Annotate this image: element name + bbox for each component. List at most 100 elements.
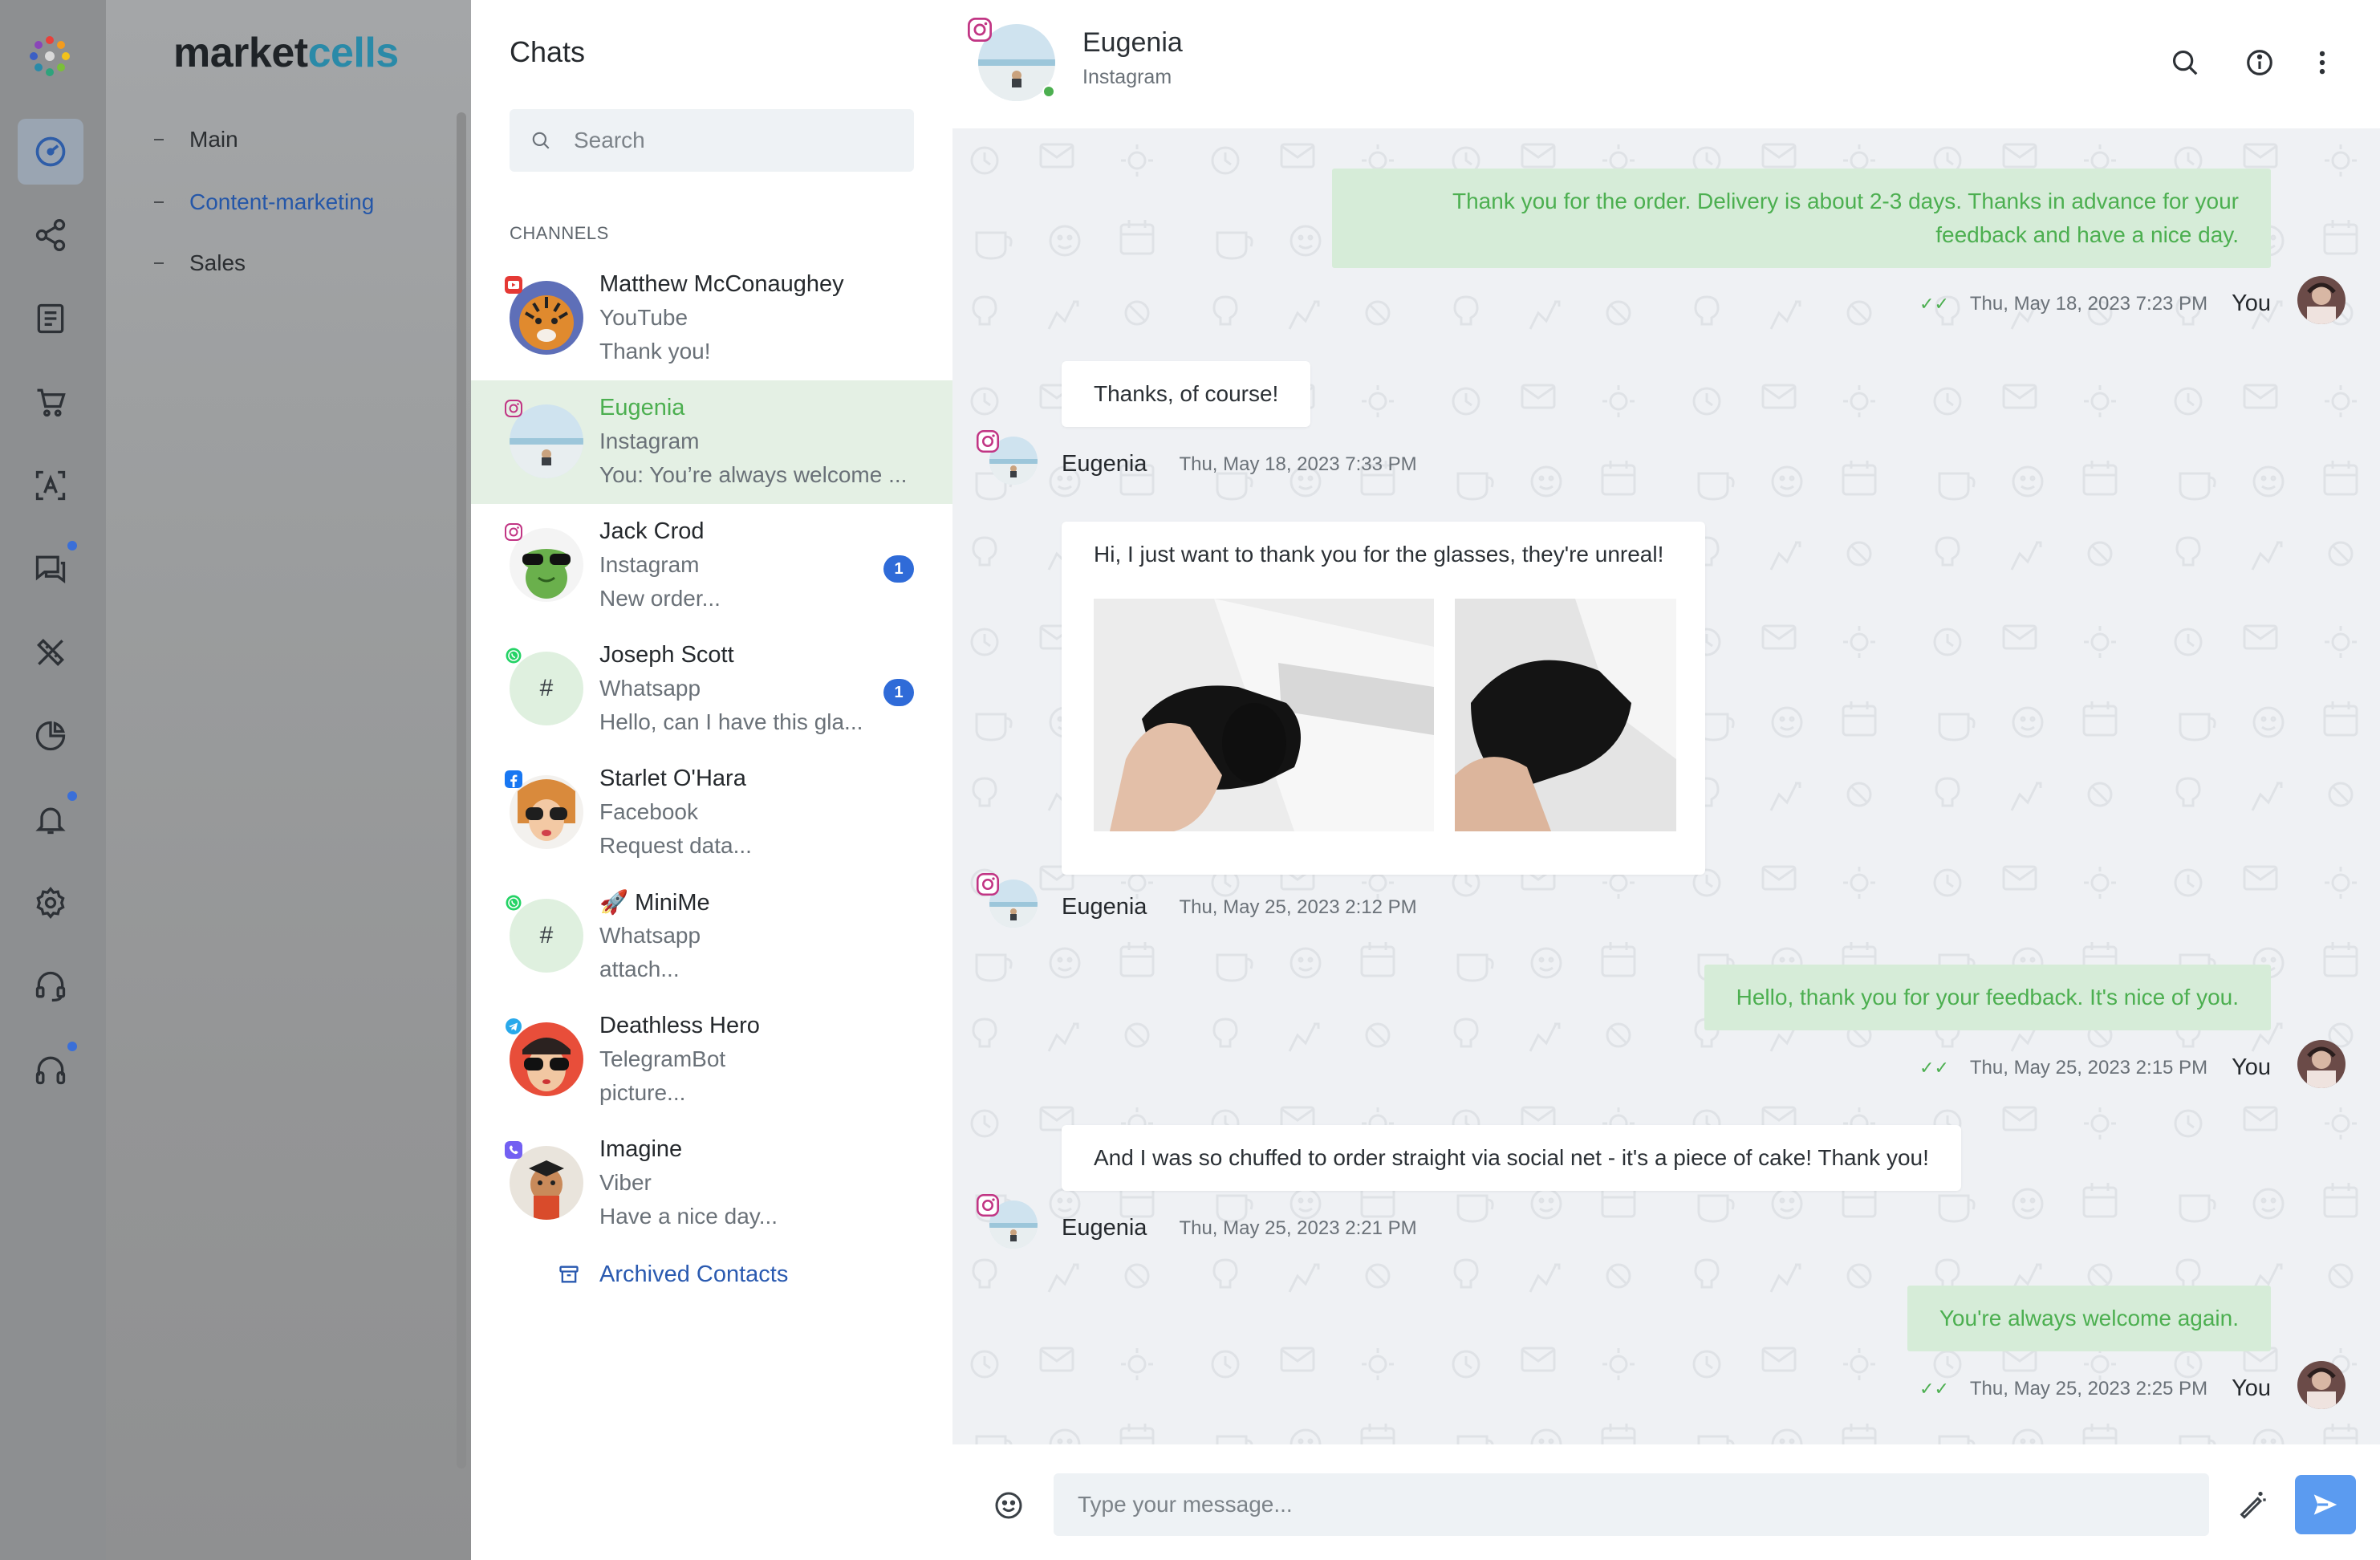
message-incoming[interactable]: And I was so chuffed to order straight v… xyxy=(1062,1125,1961,1191)
online-status-dot xyxy=(1042,85,1055,98)
rail-help-button[interactable] xyxy=(18,1037,83,1103)
dashboard-icon xyxy=(35,136,66,167)
search-icon xyxy=(532,132,550,149)
message-text-line: Thank you for the order. Delivery is abo… xyxy=(1452,189,2239,213)
notification-dot xyxy=(67,1042,77,1051)
nav-panel: marketcells Main Content-marketing Sales xyxy=(106,0,471,1560)
my-avatar xyxy=(2297,276,2345,324)
archived-contacts-label: Archived Contacts xyxy=(599,1261,789,1287)
chat-item-eugenia[interactable]: Eugenia Instagram You: You’re always wel… xyxy=(471,380,952,504)
rail-dashboard-button[interactable] xyxy=(18,119,83,185)
chat-channel: Whatsapp xyxy=(599,923,701,948)
nav-scrollbar[interactable] xyxy=(457,112,466,1469)
nav-item-main[interactable]: Main xyxy=(154,127,238,152)
cart-icon xyxy=(37,388,66,417)
rail-design-button[interactable] xyxy=(18,620,83,685)
icon-rail xyxy=(0,0,106,1560)
message-time: Thu, May 18, 2023 7:23 PM xyxy=(1969,292,2208,315)
nav-bullet xyxy=(154,262,164,264)
photo-attachment-1[interactable] xyxy=(1094,599,1434,831)
message-text: Hello, thank you for your feedback. It's… xyxy=(1736,985,2239,1010)
message-time: Thu, May 25, 2023 2:12 PM xyxy=(1179,896,1417,918)
contact-name: Eugenia xyxy=(1082,27,1183,58)
nav-item-content-marketing[interactable]: Content-marketing xyxy=(154,189,374,215)
chat-name: 🚀 MiniMe xyxy=(599,890,710,916)
message-meta: ✓✓ Thu, May 25, 2023 2:15 PM You xyxy=(1919,1054,2271,1081)
chat-item-jack-crod[interactable]: Jack Crod Instagram New order... 1 xyxy=(471,504,952,628)
chat-item-minime[interactable]: # 🚀 MiniMe Whatsapp attach... xyxy=(471,875,952,998)
conversation-search-button[interactable] xyxy=(2167,45,2203,80)
rail-cart-button[interactable] xyxy=(18,369,83,435)
chat-search[interactable] xyxy=(510,109,914,172)
message-incoming[interactable]: Thanks, of course! xyxy=(1062,361,1311,427)
chat-channel: Facebook xyxy=(599,799,698,824)
chat-channel: Whatsapp xyxy=(599,676,701,701)
rail-analytics-button[interactable] xyxy=(18,703,83,769)
contact-channel: Instagram xyxy=(1082,66,1172,88)
rail-documents-button[interactable] xyxy=(18,286,83,351)
share-icon xyxy=(35,219,66,251)
chat-item-starlet-ohara[interactable]: Starlet O'Hara Facebook Request data... xyxy=(471,751,952,875)
brand-logo[interactable]: marketcells xyxy=(173,29,399,77)
rail-notifications-button[interactable] xyxy=(18,786,83,852)
send-button[interactable] xyxy=(2295,1475,2356,1534)
rail-chat-button[interactable] xyxy=(18,536,83,602)
chat-name: Joseph Scott xyxy=(599,642,734,668)
archived-contacts-link[interactable]: Archived Contacts xyxy=(559,1261,789,1288)
read-check-icon: ✓✓ xyxy=(1919,1057,1949,1078)
message-outgoing[interactable]: You're always welcome again. xyxy=(1907,1286,2271,1351)
chat-item-deathless-hero[interactable]: Deathless Hero TelegramBot picture... xyxy=(471,998,952,1122)
chat-name: Matthew McConaughey xyxy=(599,271,844,297)
archive-icon xyxy=(559,1265,579,1283)
photo-attachment-2[interactable] xyxy=(1455,599,1676,831)
viber-icon xyxy=(505,1141,522,1159)
chat-item-matthew[interactable]: Matthew McConaughey YouTube Thank you! xyxy=(471,257,952,380)
message-incoming-with-photos[interactable]: Hi, I just want to thank you for the gla… xyxy=(1062,522,1705,875)
nav-item-label: Sales xyxy=(189,250,246,275)
message-author: Eugenia xyxy=(1062,894,1147,920)
nav-item-sales[interactable]: Sales xyxy=(154,250,246,276)
nav-bullet xyxy=(154,139,164,140)
message-outgoing[interactable]: Hello, thank you for your feedback. It's… xyxy=(1704,965,2271,1030)
rail-translate-button[interactable] xyxy=(18,453,83,518)
brand-part-1: market xyxy=(173,30,308,76)
chat-item-joseph-scott[interactable]: # Joseph Scott Whatsapp Hello, can I hav… xyxy=(471,628,952,751)
more-options-button[interactable] xyxy=(2305,45,2340,80)
rail-settings-button[interactable] xyxy=(18,870,83,936)
message-author: You xyxy=(2232,1375,2271,1401)
info-icon xyxy=(2247,50,2272,75)
search-input[interactable] xyxy=(574,128,911,153)
message-composer xyxy=(952,1444,2380,1560)
conversation-header: Eugenia Instagram xyxy=(952,0,2380,128)
message-author: Eugenia xyxy=(1062,1215,1147,1241)
message-author: Eugenia xyxy=(1062,451,1147,477)
chat-channel: Instagram xyxy=(599,552,700,577)
rail-support-button[interactable] xyxy=(18,953,83,1019)
chat-icon xyxy=(35,555,66,583)
telegram-icon xyxy=(506,1018,522,1034)
translate-icon xyxy=(35,470,66,501)
message-outgoing[interactable]: Thank you for the order. Delivery is abo… xyxy=(1332,169,2271,268)
brand-part-2: cells xyxy=(307,30,400,76)
magic-wand-icon[interactable] xyxy=(2236,1488,2268,1520)
message-author: You xyxy=(2232,290,2271,316)
chat-item-imagine[interactable]: Imagine Viber Have a nice day... xyxy=(471,1122,952,1245)
contact-info-button[interactable] xyxy=(2242,45,2277,80)
channels-heading: CHANNELS xyxy=(510,223,609,243)
document-icon xyxy=(37,303,64,334)
message-text: You're always welcome again. xyxy=(1939,1306,2239,1330)
message-meta: ✓✓ Thu, May 25, 2023 2:25 PM You xyxy=(1919,1375,2271,1402)
message-meta: ✓✓ Thu, May 18, 2023 7:23 PM You xyxy=(1919,290,2271,317)
message-text: Hi, I just want to thank you for the gla… xyxy=(1094,542,1664,567)
emoji-icon[interactable] xyxy=(993,1489,1025,1521)
chat-name: Deathless Hero xyxy=(599,1013,760,1038)
message-meta: Eugenia Thu, May 18, 2023 7:33 PM xyxy=(1062,451,1417,477)
marketcells-logo-icon[interactable] xyxy=(29,35,71,77)
message-text: Thanks, of course! xyxy=(1094,381,1279,406)
notification-dot xyxy=(67,791,77,801)
nav-item-label: Main xyxy=(189,127,238,152)
rail-share-button[interactable] xyxy=(18,202,83,268)
message-input[interactable] xyxy=(1054,1473,2209,1536)
support-icon xyxy=(35,971,66,1002)
message-area[interactable]: Thank you for the order. Delivery is abo… xyxy=(952,128,2380,1444)
